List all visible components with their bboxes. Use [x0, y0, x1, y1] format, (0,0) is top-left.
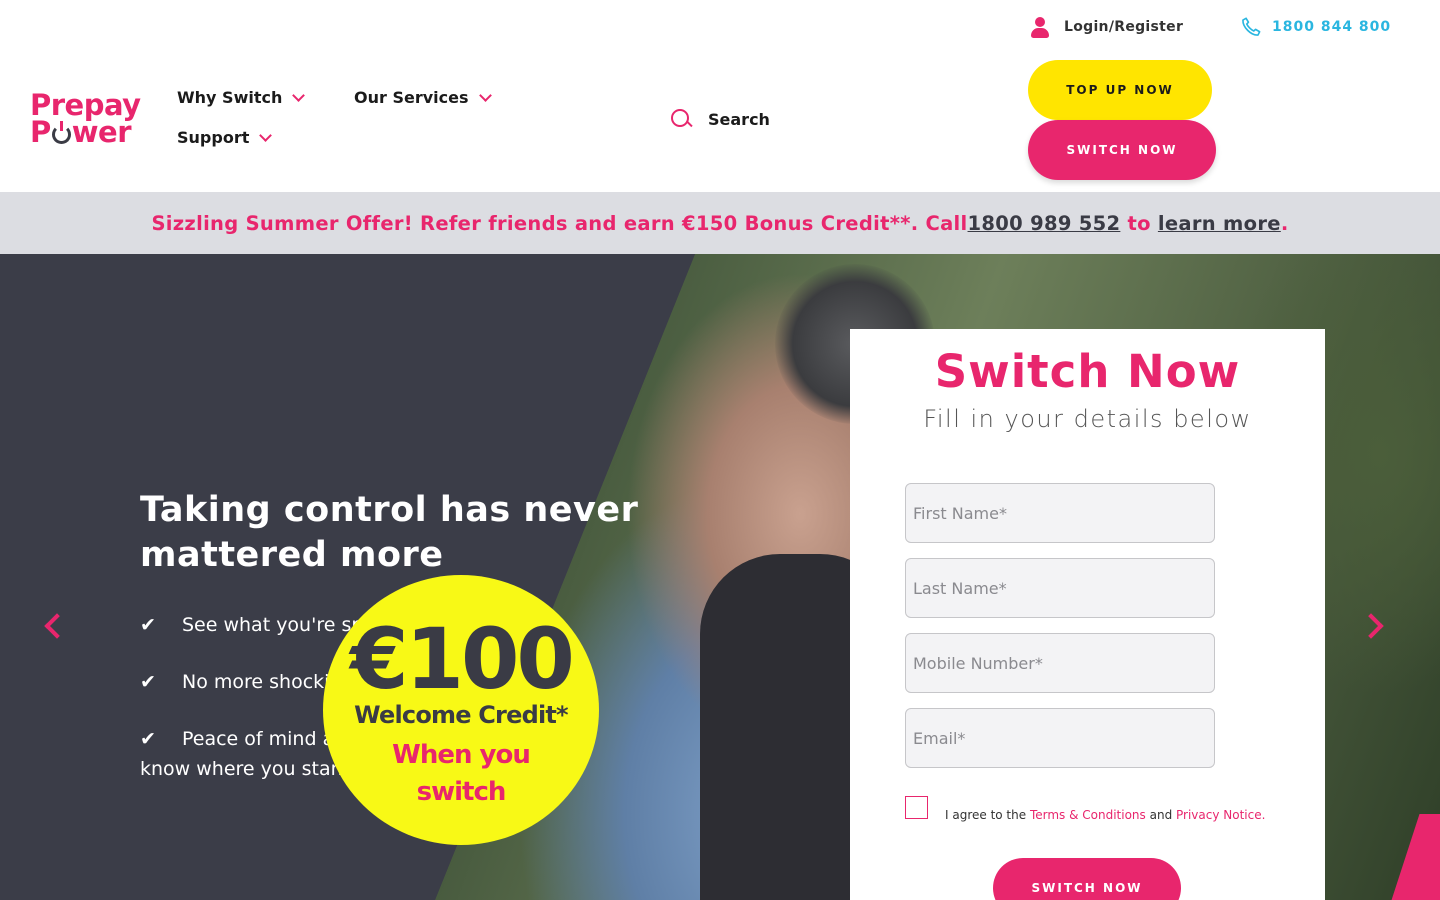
badge-line-1: When you	[392, 740, 531, 770]
promo-phone-link[interactable]: 1800 989 552	[968, 212, 1121, 235]
header-phone-number: 1800 844 800	[1272, 19, 1392, 35]
search-button[interactable]: Search	[670, 108, 770, 130]
nav-support[interactable]: Support	[177, 128, 273, 147]
agree-text: I agree to the	[945, 808, 1030, 822]
first-name-field[interactable]	[905, 483, 1215, 543]
badge-welcome-credit: Welcome Credit*	[354, 701, 568, 729]
promo-text-mid: to	[1120, 211, 1158, 235]
nav-why-switch[interactable]: Why Switch	[177, 88, 306, 107]
site-header: Prepay Pwer Why Switch Our Services Supp…	[0, 0, 1440, 192]
top-up-now-button[interactable]: TOP UP NOW	[1028, 60, 1212, 120]
search-icon	[670, 108, 692, 130]
promo-banner: Sizzling Summer Offer! Refer friends and…	[0, 192, 1440, 254]
form-title: Switch Now	[934, 345, 1241, 398]
and-text: and	[1145, 808, 1177, 822]
check-icon: ✔	[140, 671, 156, 693]
nav-why-switch-label: Why Switch	[177, 88, 283, 107]
promo-text-end: .	[1280, 211, 1289, 235]
check-icon: ✔	[140, 728, 156, 750]
search-label: Search	[708, 109, 770, 129]
badge-line-2: switch	[416, 777, 507, 807]
terms-conditions-link[interactable]: Terms & Conditions	[1030, 808, 1146, 822]
switch-now-form: Switch Now Fill in your details below I …	[850, 329, 1325, 900]
chevron-down-icon	[478, 88, 492, 102]
badge-when-you-switch: When you switch	[343, 737, 579, 811]
user-icon	[1030, 16, 1050, 38]
promo-text: Sizzling Summer Offer! Refer friends and…	[151, 211, 968, 235]
prepay-power-logo[interactable]: Prepay Pwer	[30, 91, 141, 147]
chevron-down-icon	[292, 88, 306, 102]
logo-line-2: Pwer	[30, 118, 140, 147]
header-switch-now-button[interactable]: SWITCH NOW	[1028, 120, 1216, 180]
email-field[interactable]	[905, 708, 1215, 768]
login-register-link[interactable]: Login/Register	[1030, 16, 1183, 38]
chevron-down-icon	[259, 128, 273, 142]
login-register-label: Login/Register	[1064, 19, 1184, 35]
form-switch-now-button[interactable]: SWITCH NOW	[993, 858, 1181, 900]
nav-support-label: Support	[177, 128, 250, 147]
form-subtitle: Fill in your details below	[923, 405, 1252, 433]
header-phone-link[interactable]: 1800 844 800	[1240, 16, 1391, 38]
promo-learn-more-link[interactable]: learn more	[1158, 212, 1281, 235]
logo-letter-p: P	[30, 115, 51, 149]
logo-letters-wer: wer	[71, 115, 132, 149]
agree-terms-checkbox[interactable]	[905, 796, 928, 819]
hero-title: Taking control has never mattered more	[140, 490, 639, 575]
check-icon: ✔	[140, 614, 156, 636]
last-name-field[interactable]	[905, 558, 1215, 618]
hero-carousel: Taking control has never mattered more ✔…	[0, 254, 1440, 900]
phone-icon	[1242, 17, 1261, 36]
mobile-number-field[interactable]	[905, 633, 1215, 693]
welcome-credit-badge: €100 Welcome Credit* When you switch	[323, 575, 599, 845]
privacy-notice-link[interactable]: Privacy Notice.	[1176, 808, 1265, 822]
power-icon	[51, 121, 71, 144]
nav-our-services-label: Our Services	[354, 88, 469, 107]
nav-our-services[interactable]: Our Services	[354, 88, 492, 107]
badge-amount: €100	[350, 610, 575, 708]
agree-terms-label: I agree to the Terms & Conditions and Pr…	[945, 808, 1265, 822]
